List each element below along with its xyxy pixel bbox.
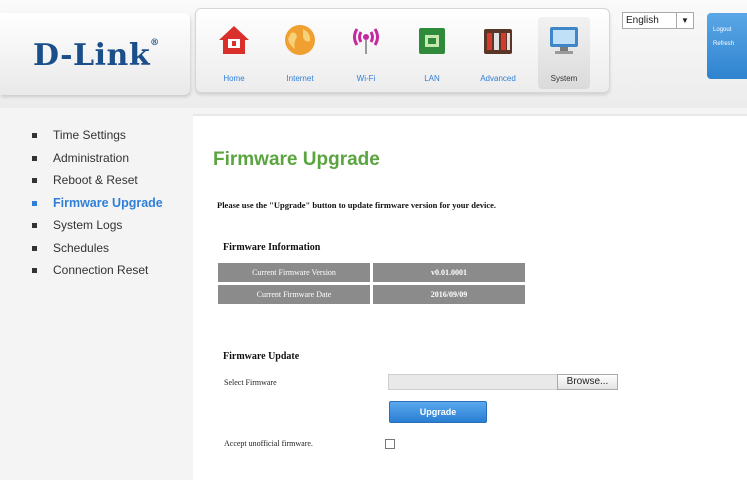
lan-icon bbox=[419, 28, 445, 54]
page-description: Please use the "Upgrade" button to updat… bbox=[217, 200, 497, 210]
bullet-icon bbox=[32, 268, 37, 273]
firmware-file-field[interactable] bbox=[388, 374, 558, 390]
menu-item-system-logs[interactable]: System Logs bbox=[32, 218, 163, 241]
firmware-info-table: Current Firmware Version v0.01.0001 Curr… bbox=[218, 263, 525, 307]
system-side-menu: Time Settings Administration Reboot & Re… bbox=[32, 128, 163, 286]
firmware-version-label: Current Firmware Version bbox=[218, 263, 370, 282]
menu-item-label: Connection Reset bbox=[53, 263, 149, 277]
nav-item-lan[interactable]: LAN bbox=[406, 17, 458, 89]
nav-item-home[interactable]: Home bbox=[208, 17, 260, 89]
language-select[interactable]: English ▼ bbox=[622, 12, 694, 29]
firmware-date-label: Current Firmware Date bbox=[218, 285, 370, 304]
menu-item-connection-reset[interactable]: Connection Reset bbox=[32, 263, 163, 286]
menu-item-label: Schedules bbox=[53, 240, 110, 255]
upgrade-button[interactable]: Upgrade bbox=[389, 401, 487, 423]
advanced-icon bbox=[484, 29, 512, 54]
firmware-update-heading: Firmware Update bbox=[223, 351, 300, 362]
globe-icon bbox=[285, 25, 315, 55]
menu-item-administration[interactable]: Administration bbox=[32, 151, 163, 174]
main-content: Firmware Upgrade Please use the "Upgrade… bbox=[193, 114, 747, 480]
account-panel: Logout Refresh bbox=[707, 13, 747, 79]
system-icon bbox=[550, 27, 578, 54]
menu-item-label: Firmware Upgrade bbox=[53, 195, 163, 210]
nav-item-system[interactable]: System bbox=[538, 17, 590, 89]
nav-label-lan: LAN bbox=[424, 74, 440, 83]
menu-item-label: Administration bbox=[53, 150, 130, 165]
accept-unofficial-label: Accept unofficial firmware. bbox=[224, 439, 313, 448]
table-row: Current Firmware Version v0.01.0001 bbox=[218, 263, 525, 282]
menu-item-schedules[interactable]: Schedules bbox=[32, 241, 163, 264]
bullet-icon bbox=[32, 133, 37, 138]
chevron-down-icon[interactable]: ▼ bbox=[676, 13, 693, 28]
nav-label-advanced: Advanced bbox=[480, 74, 516, 83]
menu-item-reboot-reset[interactable]: Reboot & Reset bbox=[32, 173, 163, 196]
nav-item-advanced[interactable]: Advanced bbox=[472, 17, 524, 89]
menu-item-label: System Logs bbox=[53, 218, 123, 232]
bullet-icon bbox=[32, 178, 37, 183]
language-selected-value: English bbox=[626, 15, 659, 26]
menu-item-label: Reboot & Reset bbox=[53, 173, 138, 187]
nav-item-wifi[interactable]: Wi-Fi bbox=[340, 17, 392, 89]
bullet-icon bbox=[32, 223, 37, 228]
menu-item-time-settings[interactable]: Time Settings bbox=[32, 128, 163, 151]
logo-registered-mark: ® bbox=[150, 38, 160, 48]
dlink-logo[interactable]: D-Link® bbox=[33, 38, 160, 73]
logo-text: D-Link bbox=[33, 38, 151, 73]
nav-item-internet[interactable]: Internet bbox=[274, 17, 326, 89]
bullet-icon bbox=[32, 155, 37, 161]
firmware-date-value: 2016/09/09 bbox=[373, 285, 525, 304]
menu-item-firmware-upgrade[interactable]: Firmware Upgrade bbox=[32, 196, 163, 219]
select-firmware-label: Select Firmware bbox=[224, 378, 277, 387]
firmware-version-value: v0.01.0001 bbox=[373, 263, 525, 282]
table-row: Current Firmware Date 2016/09/09 bbox=[218, 285, 525, 304]
home-icon bbox=[219, 26, 249, 54]
logout-link[interactable]: Logout bbox=[713, 27, 731, 33]
main-nav: Home Internet Wi-Fi LAN Advanced System bbox=[195, 8, 610, 93]
refresh-link[interactable]: Refresh bbox=[713, 41, 734, 47]
page-title: Firmware Upgrade bbox=[213, 149, 380, 170]
nav-label-internet: Internet bbox=[286, 74, 314, 83]
nav-label-wifi: Wi-Fi bbox=[356, 74, 376, 83]
wifi-icon bbox=[353, 28, 379, 54]
menu-item-label: Time Settings bbox=[53, 128, 126, 142]
logo-panel: D-Link® bbox=[0, 13, 190, 95]
bullet-icon bbox=[32, 200, 37, 206]
browse-button[interactable]: Browse... bbox=[557, 374, 618, 390]
firmware-info-heading: Firmware Information bbox=[223, 242, 321, 253]
nav-label-system: System bbox=[550, 74, 578, 83]
bullet-icon bbox=[32, 245, 37, 251]
accept-unofficial-checkbox[interactable] bbox=[385, 439, 395, 449]
header-bar: D-Link® Home Internet Wi-Fi LAN Advanced… bbox=[0, 0, 747, 108]
nav-label-home: Home bbox=[223, 74, 245, 83]
